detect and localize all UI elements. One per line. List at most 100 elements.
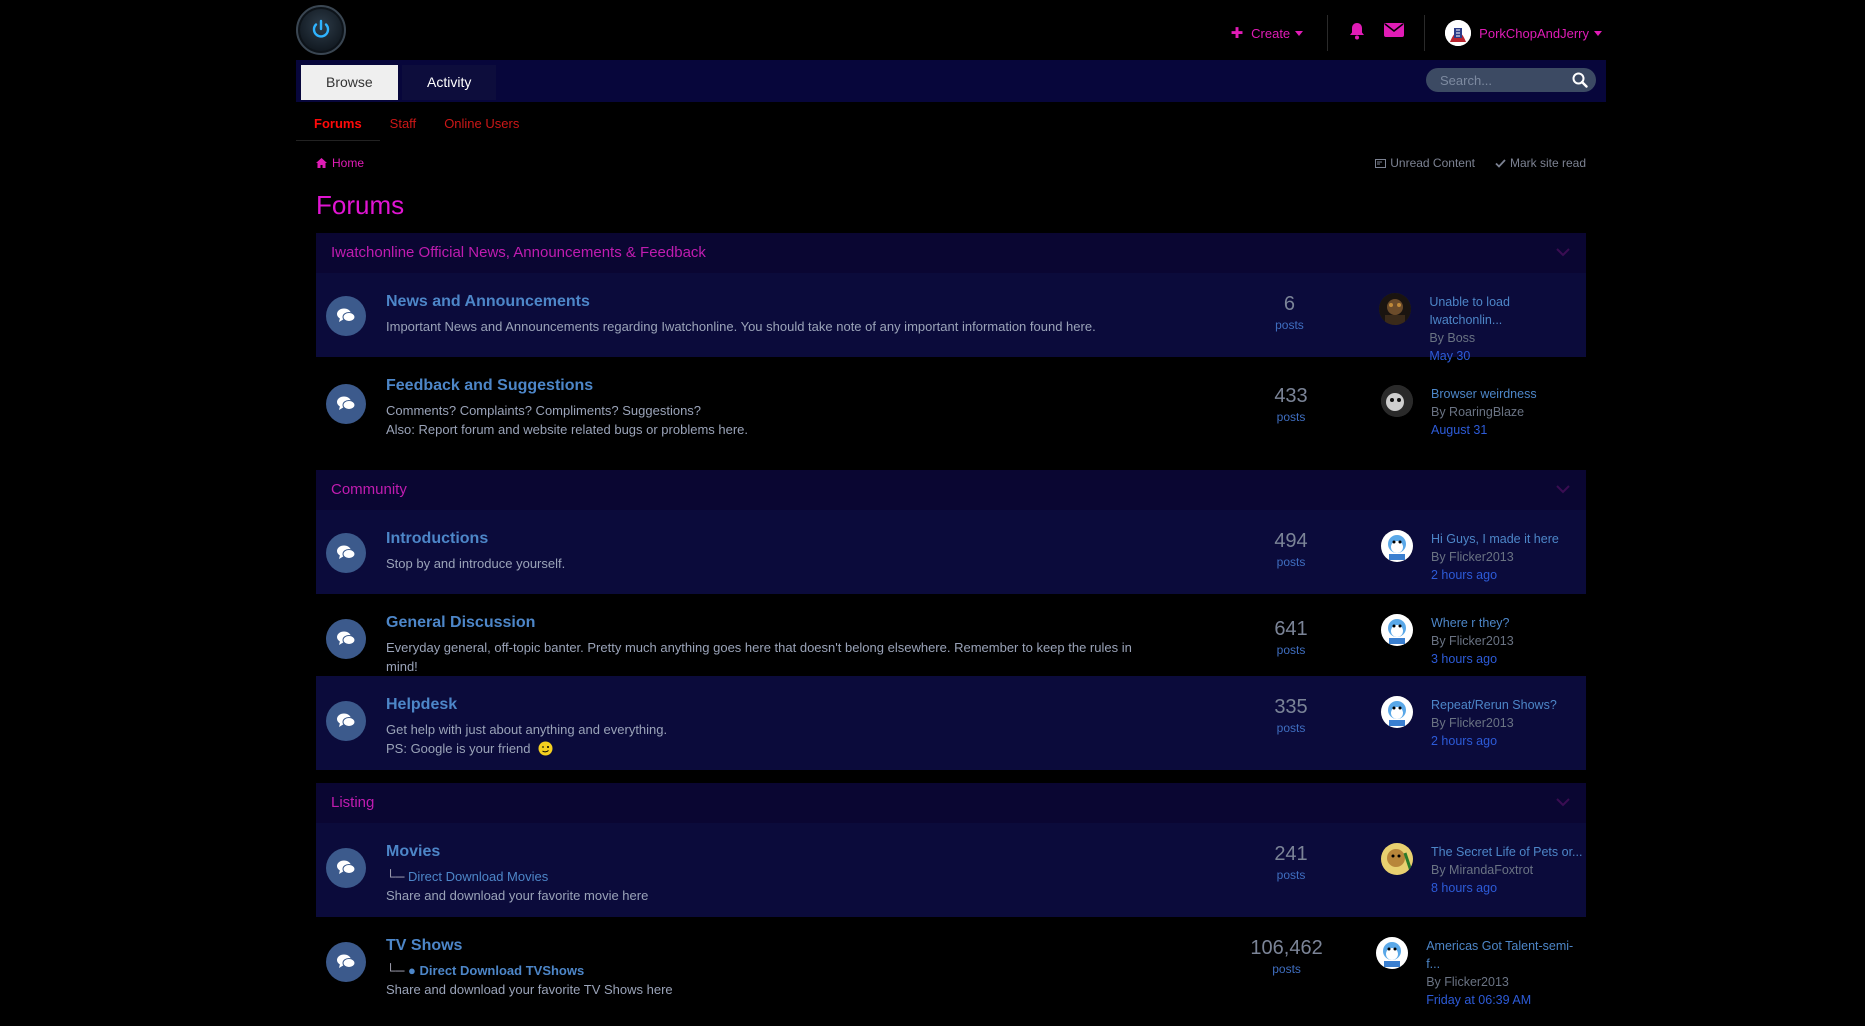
- forum-row: News and Announcements Important News an…: [316, 273, 1586, 363]
- chevron-down-icon: [1594, 30, 1602, 36]
- category-header[interactable]: Iwatchonline Official News, Announcement…: [316, 233, 1586, 273]
- post-count: 641: [1274, 618, 1308, 640]
- create-button[interactable]: ✚ Create: [1231, 24, 1322, 42]
- last-post-time[interactable]: Friday at 06:39 AM: [1426, 991, 1586, 1009]
- tab-browse[interactable]: Browse: [301, 65, 398, 100]
- user-bar: ✚ Create PorkChopAndJerry: [1231, 15, 1602, 51]
- post-count: 494: [1274, 530, 1308, 552]
- subnav-online-users[interactable]: Online Users: [444, 116, 519, 131]
- user-menu[interactable]: PorkChopAndJerry: [1431, 20, 1602, 46]
- category-header[interactable]: Listing: [316, 783, 1586, 823]
- unread-dot-icon: ●: [408, 963, 416, 978]
- post-count: 241: [1274, 843, 1308, 865]
- category-title: Community: [331, 481, 407, 498]
- plus-icon: ✚: [1230, 25, 1244, 42]
- last-post: Browser weirdness By RoaringBlaze August…: [1381, 377, 1537, 441]
- category-header[interactable]: Community: [316, 470, 1586, 510]
- last-post: Unable to load Iwatchonlin... By Boss Ma…: [1379, 293, 1586, 363]
- unread-icon: [1375, 158, 1387, 168]
- divider: [1327, 15, 1329, 51]
- last-post-title[interactable]: Americas Got Talent-semi-f...: [1426, 937, 1586, 973]
- last-post-author[interactable]: By RoaringBlaze: [1431, 403, 1537, 421]
- last-post-time[interactable]: 2 hours ago: [1431, 566, 1559, 584]
- last-post-title[interactable]: The Secret Life of Pets or...: [1431, 843, 1582, 861]
- last-post-author[interactable]: By MirandaFoxtrot: [1431, 861, 1582, 879]
- sub-navigation: Forums Staff Online Users: [296, 102, 1606, 144]
- site-header: ✚ Create PorkChopAndJerry: [296, 0, 1606, 60]
- subforum-link[interactable]: └─ ● Direct Download TVShows: [386, 961, 1142, 980]
- forum-title[interactable]: General Discussion: [386, 614, 1146, 632]
- last-poster-avatar[interactable]: [1381, 696, 1413, 728]
- forum-row: Helpdesk Get help with just about anythi…: [316, 676, 1586, 770]
- chevron-down-icon: [1295, 30, 1304, 36]
- forum-description-line2: Also: Report forum and website related b…: [386, 422, 749, 437]
- last-post: Americas Got Talent-semi-f... By Flicker…: [1376, 937, 1586, 1007]
- last-poster-avatar[interactable]: [1381, 614, 1413, 646]
- forum-category: Listing Movies └─ Direct Download Movies…: [316, 783, 1586, 1013]
- forum-title[interactable]: Helpdesk: [386, 696, 1146, 714]
- forum-row: Feedback and Suggestions Comments? Compl…: [316, 357, 1586, 457]
- subforum-link[interactable]: └─ Direct Download Movies: [386, 867, 1146, 886]
- forum-title[interactable]: Introductions: [386, 530, 1146, 548]
- last-post-title[interactable]: Hi Guys, I made it here: [1431, 530, 1559, 548]
- post-count-label: posts: [1272, 962, 1301, 976]
- last-post-time[interactable]: 3 hours ago: [1431, 650, 1514, 668]
- last-post: Repeat/Rerun Shows? By Flicker2013 2 hou…: [1381, 696, 1557, 754]
- unread-content-link[interactable]: Unread Content: [1375, 156, 1475, 170]
- last-post-author[interactable]: By Boss: [1429, 329, 1586, 347]
- last-post-time[interactable]: 2 hours ago: [1431, 732, 1557, 750]
- forum-description-line2: PS: Google is your friend: [386, 739, 1146, 758]
- last-post-title[interactable]: Repeat/Rerun Shows?: [1431, 696, 1557, 714]
- search-input[interactable]: [1438, 71, 1572, 89]
- last-post-title[interactable]: Unable to load Iwatchonlin...: [1429, 293, 1586, 329]
- collapse-chevron-icon[interactable]: [1556, 247, 1570, 257]
- last-post-time[interactable]: 8 hours ago: [1431, 879, 1582, 897]
- mark-site-read-link[interactable]: Mark site read: [1495, 156, 1586, 170]
- last-post-author[interactable]: By Flicker2013: [1431, 632, 1514, 650]
- forum-category: Community Introductions Stop by and intr…: [316, 470, 1586, 770]
- collapse-chevron-icon[interactable]: [1556, 484, 1570, 494]
- post-count-label: posts: [1276, 410, 1306, 424]
- category-title: Iwatchonline Official News, Announcement…: [331, 244, 706, 261]
- forum-title[interactable]: Movies: [386, 843, 1146, 861]
- last-poster-avatar[interactable]: [1381, 385, 1413, 417]
- forum-title[interactable]: Feedback and Suggestions: [386, 377, 1146, 395]
- post-count-label: posts: [1276, 721, 1306, 735]
- subforum-label: Direct Download Movies: [408, 869, 549, 884]
- user-avatar: [1445, 20, 1472, 46]
- page-title: Forums: [316, 190, 405, 220]
- subnav-staff[interactable]: Staff: [390, 116, 417, 131]
- tab-activity[interactable]: Activity: [402, 65, 497, 100]
- last-poster-avatar[interactable]: [1379, 293, 1412, 325]
- messages-envelope-icon[interactable]: [1384, 22, 1405, 45]
- post-count-label: posts: [1276, 643, 1306, 657]
- last-post-author[interactable]: By Flicker2013: [1431, 714, 1557, 732]
- wink-emoji-icon: [538, 741, 553, 756]
- forum-description: Everyday general, off-topic banter. Pret…: [386, 640, 1132, 674]
- site-logo[interactable]: [296, 5, 346, 55]
- search-icon[interactable]: [1572, 72, 1588, 93]
- unread-content-label: Unread Content: [1390, 156, 1475, 170]
- last-post-title[interactable]: Where r they?: [1431, 614, 1514, 632]
- breadcrumb-home[interactable]: Home: [316, 156, 364, 170]
- last-post-title[interactable]: Browser weirdness: [1431, 385, 1537, 403]
- category-title: Listing: [331, 794, 375, 811]
- post-count: 335: [1274, 696, 1308, 718]
- forum-title[interactable]: TV Shows: [386, 937, 1142, 955]
- forum-title[interactable]: News and Announcements: [386, 293, 1145, 311]
- forum-description: Stop by and introduce yourself.: [386, 556, 566, 571]
- subnav-forums[interactable]: Forums: [314, 116, 362, 131]
- breadcrumb-home-label: Home: [332, 156, 365, 170]
- forum-row: TV Shows └─ ● Direct Download TVShows Sh…: [316, 917, 1586, 1013]
- last-post-time[interactable]: August 31: [1431, 421, 1537, 439]
- last-poster-avatar[interactable]: [1381, 530, 1413, 562]
- power-icon: [312, 19, 330, 38]
- last-post-author[interactable]: By Flicker2013: [1431, 548, 1559, 566]
- last-post-author[interactable]: By Flicker2013: [1426, 973, 1586, 991]
- notifications-bell-icon[interactable]: [1348, 22, 1366, 45]
- forum-chat-icon: [326, 942, 366, 982]
- last-poster-avatar[interactable]: [1381, 843, 1413, 875]
- forum-row: General Discussion Everyday general, off…: [316, 594, 1586, 676]
- last-poster-avatar[interactable]: [1376, 937, 1409, 969]
- collapse-chevron-icon[interactable]: [1556, 797, 1570, 807]
